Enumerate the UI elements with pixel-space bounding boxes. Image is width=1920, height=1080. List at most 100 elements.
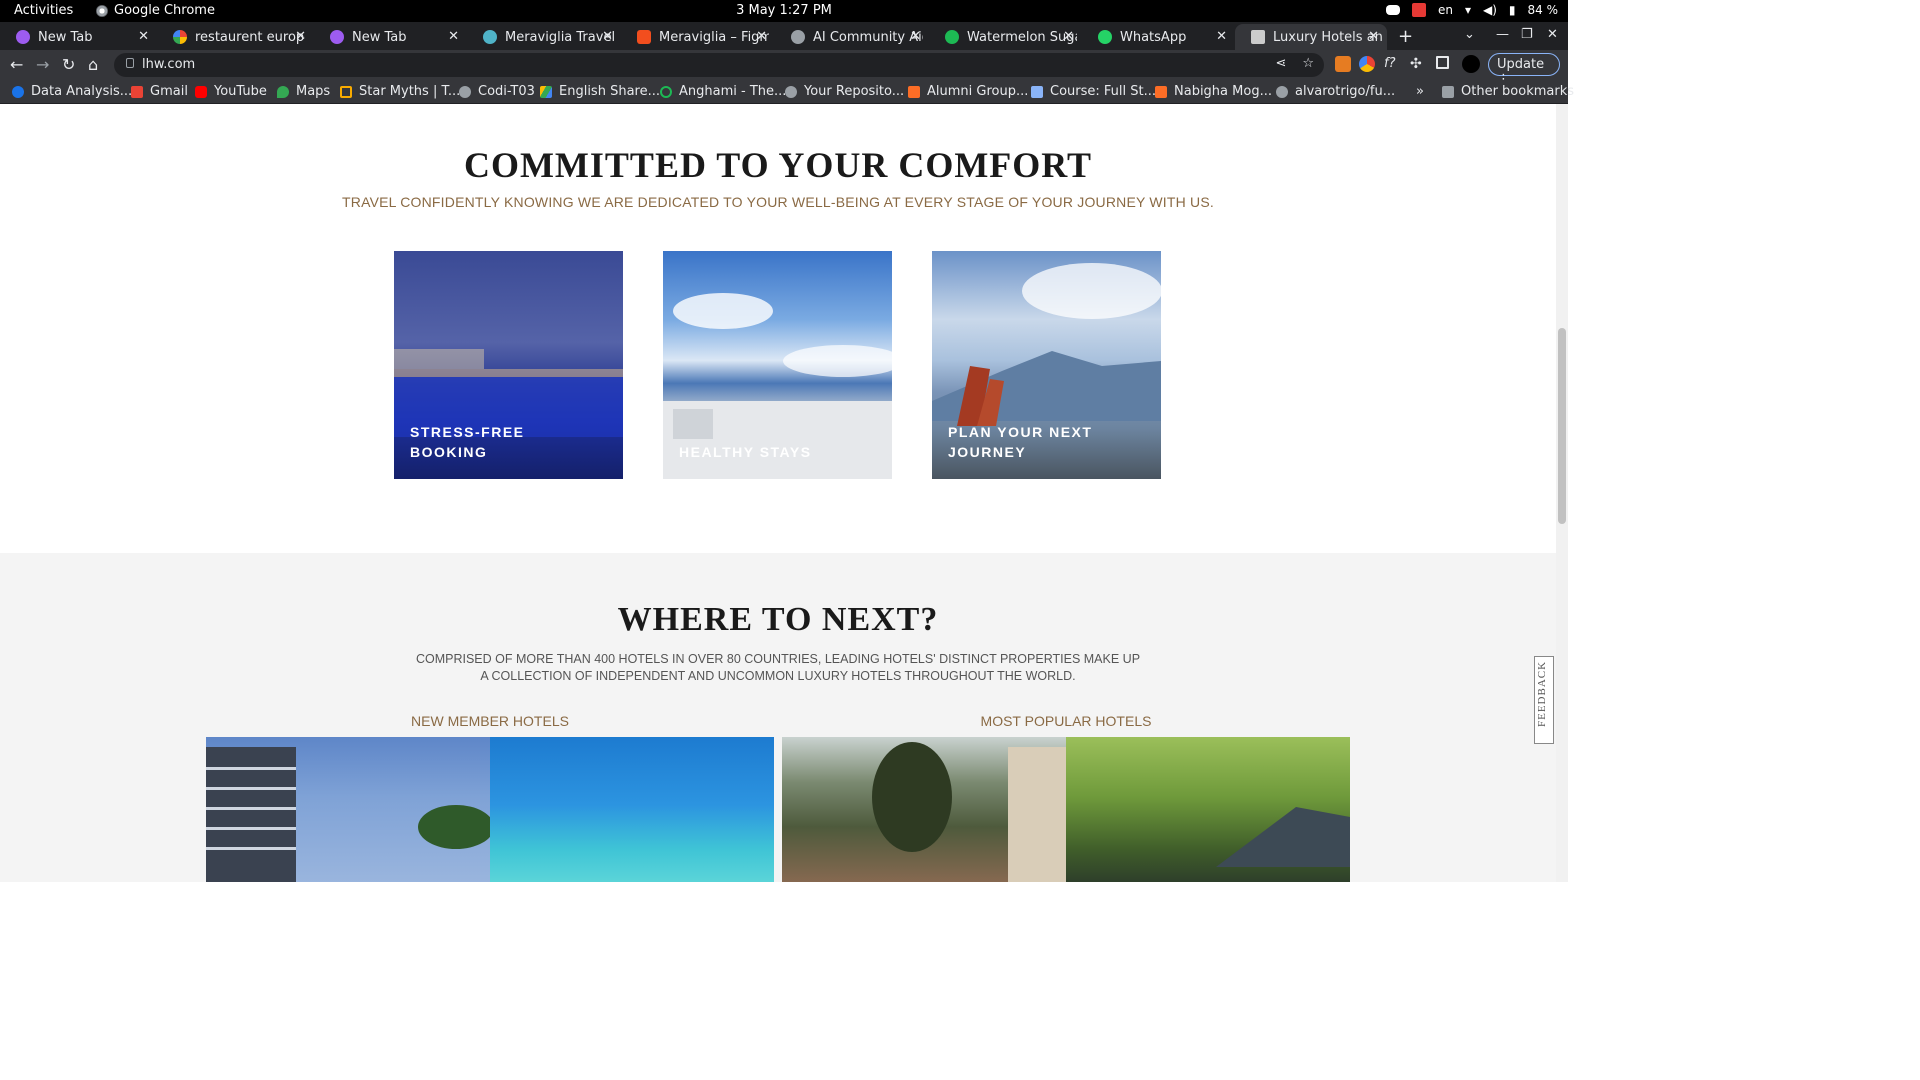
youtube-icon — [195, 85, 207, 98]
close-window-icon[interactable]: ✕ — [1547, 27, 1558, 42]
bookmark-label: Maps — [296, 84, 331, 99]
page-scrollbar[interactable] — [1556, 104, 1568, 882]
where-description: COMPRISED OF MORE THAN 400 HOTELS IN OVE… — [0, 651, 1556, 685]
scrollbar-thumb[interactable] — [1558, 328, 1566, 524]
side-panel-icon[interactable] — [1436, 56, 1449, 69]
bookmark-item[interactable]: English Share... — [540, 84, 660, 99]
color-picker-extension-icon[interactable] — [1359, 56, 1375, 72]
omnibox-actions: ⋖ ☆ — [1275, 56, 1314, 71]
tab[interactable]: restaurent europe ✕ — [157, 24, 314, 50]
card-label: HEALTHY STAYS — [679, 444, 812, 460]
fonts-extension-icon[interactable]: f? — [1384, 56, 1400, 72]
bookmark-item[interactable]: Maps — [277, 84, 330, 99]
close-icon[interactable]: ✕ — [1063, 29, 1074, 44]
lhw-favicon-icon — [1251, 30, 1265, 44]
bookmark-item[interactable]: Star Myths | T... — [340, 84, 460, 99]
tab-favicon-icon — [945, 30, 959, 44]
plan-your-next-journey-card[interactable]: PLAN YOUR NEXT JOURNEY — [932, 251, 1161, 479]
clock[interactable]: 3 May 1:27 PM — [0, 3, 1568, 18]
tab-label: New Tab — [38, 29, 93, 45]
home-icon[interactable]: ⌂ — [88, 55, 98, 74]
forward-arrow-icon[interactable]: → — [36, 55, 49, 74]
bookmark-item[interactable]: Alumni Group... — [908, 84, 1028, 99]
bookmark-item[interactable]: Course: Full St... — [1031, 84, 1156, 99]
bookmark-label: Codi-T03 — [478, 84, 535, 99]
lock-icon[interactable] — [126, 58, 134, 68]
most-popular-hotels-heading[interactable]: MOST POPULAR HOTELS — [782, 713, 1350, 729]
tab[interactable]: WhatsApp ✕ — [1082, 24, 1235, 50]
tab[interactable]: Watermelon Suga ✕ — [929, 24, 1082, 50]
healthy-stays-card[interactable]: HEALTHY STAYS — [663, 251, 892, 479]
tab[interactable]: AI Community Aid ✕ — [775, 24, 929, 50]
tab[interactable]: New Tab ✕ — [0, 24, 157, 50]
atrium-tree-image — [872, 742, 1066, 882]
tab-label: Meraviglia Travel / — [505, 29, 615, 45]
close-icon[interactable]: ✕ — [910, 29, 921, 44]
close-icon[interactable]: ✕ — [138, 29, 149, 44]
tab-label: Meraviglia – Figma — [659, 29, 769, 45]
tab[interactable]: Meraviglia Travel / ✕ — [467, 24, 621, 50]
close-icon[interactable]: ✕ — [602, 29, 613, 44]
other-bookmarks[interactable]: Other bookmarks — [1442, 84, 1574, 99]
feedback-tab[interactable]: FEEDBACK — [1534, 656, 1554, 744]
bookmark-item[interactable]: Data Analysis... — [12, 84, 132, 99]
bookmark-item[interactable]: Gmail — [131, 84, 188, 99]
update-button[interactable]: Update ⋮ — [1488, 53, 1560, 87]
google-icon — [173, 30, 187, 44]
where-desc-line-2: A COLLECTION OF INDEPENDENT AND UNCOMMON… — [480, 669, 1076, 683]
comfort-heading: COMMITTED TO YOUR COMFORT — [463, 145, 1093, 185]
update-label: Update — [1497, 57, 1545, 72]
wifi-icon[interactable]: ▾ — [1465, 3, 1471, 17]
tab-active[interactable]: Luxury Hotels and ✕ — [1235, 24, 1387, 50]
bookmark-star-icon[interactable]: ☆ — [1302, 56, 1314, 71]
stress-free-booking-card[interactable]: STRESS-FREE BOOKING — [394, 251, 623, 479]
popular-hotel-image[interactable] — [782, 737, 1066, 882]
bookmark-item[interactable]: Anghami - The... — [660, 84, 786, 99]
minimize-icon[interactable]: — — [1496, 27, 1509, 42]
tab-search-chevron-icon[interactable]: ⌄ — [1464, 27, 1475, 42]
new-member-hotel-image[interactable] — [490, 737, 774, 882]
new-member-hotels-heading[interactable]: NEW MEMBER HOTELS — [206, 713, 774, 729]
restore-icon[interactable]: ❐ — [1521, 27, 1533, 42]
bookmark-item[interactable]: Nabigha Mog... — [1155, 84, 1272, 99]
app-indicator-icon[interactable] — [1411, 3, 1426, 17]
anghami-icon — [660, 85, 672, 98]
where-desc-line-1: COMPRISED OF MORE THAN 400 HOTELS IN OVE… — [415, 652, 1141, 666]
extension-shop-icon[interactable] — [1335, 56, 1351, 72]
new-tab-plus-icon[interactable]: + — [1398, 26, 1413, 47]
reload-icon[interactable]: ↻ — [62, 55, 75, 74]
address-bar[interactable]: lhw.com ⋖ ☆ — [114, 53, 1324, 77]
where-to-next-section: WHERE TO NEXT? COMPRISED OF MORE THAN 40… — [0, 553, 1556, 882]
gitlab-icon — [1155, 85, 1167, 98]
bookmark-label: Your Reposito... — [804, 84, 905, 99]
puzzle-extensions-icon[interactable]: ✣ — [1410, 56, 1426, 72]
close-icon[interactable]: ✕ — [1368, 29, 1379, 44]
back-arrow-icon[interactable]: ← — [10, 55, 23, 74]
volume-icon[interactable]: ◀) — [1483, 3, 1497, 17]
popular-hotel-image[interactable] — [1066, 737, 1350, 882]
discord-icon[interactable] — [1385, 5, 1400, 15]
tab[interactable]: Meraviglia – Figma ✕ — [621, 24, 775, 50]
system-top-bar: Activities Google Chrome 3 May 1:27 PM e… — [0, 0, 1568, 22]
bookmark-item[interactable]: Your Reposito... — [785, 84, 904, 99]
bookmark-label: Data Analysis... — [31, 84, 133, 99]
garden-parasol-image — [1216, 807, 1350, 867]
close-icon[interactable]: ✕ — [448, 29, 459, 44]
battery-icon[interactable]: ▮ — [1509, 3, 1516, 17]
close-icon[interactable]: ✕ — [295, 29, 306, 44]
profile-avatar[interactable] — [1462, 55, 1480, 73]
bookmark-item[interactable]: Codi-T03 — [459, 84, 535, 99]
close-icon[interactable]: ✕ — [1216, 29, 1227, 44]
feedback-label: FEEDBACK — [1536, 660, 1548, 727]
close-icon[interactable]: ✕ — [756, 29, 767, 44]
bookmarks-bar: Data Analysis... Gmail YouTube Maps Star… — [0, 80, 1574, 104]
bookmark-item[interactable]: alvarotrigo/fu... — [1276, 84, 1395, 99]
system-tray[interactable]: en ▾ ◀) ▮ 84 % — [1385, 3, 1558, 17]
url-text[interactable]: lhw.com — [142, 57, 195, 72]
bookmark-item[interactable]: YouTube — [195, 84, 267, 99]
share-icon[interactable]: ⋖ — [1275, 56, 1286, 71]
more-bookmarks-chevron-icon[interactable]: » — [1416, 84, 1424, 99]
language-indicator[interactable]: en — [1438, 3, 1453, 17]
tab[interactable]: New Tab ✕ — [314, 24, 467, 50]
new-member-hotel-image[interactable] — [206, 737, 494, 882]
